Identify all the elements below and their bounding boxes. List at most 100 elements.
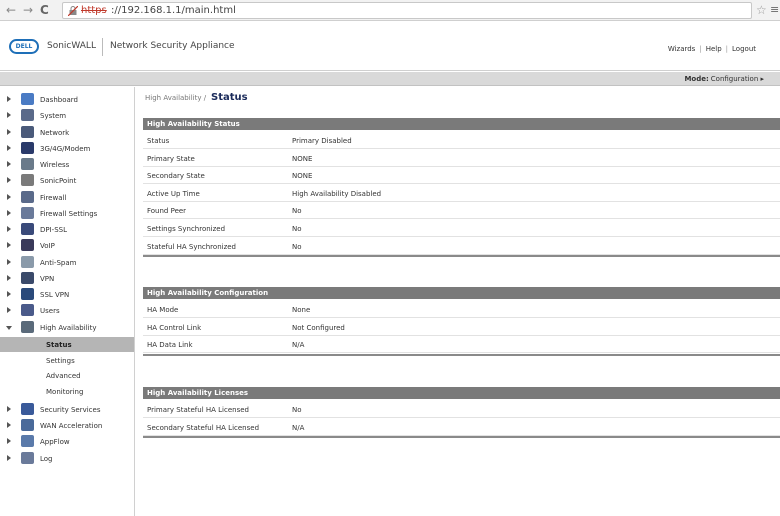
chevron-right-icon[interactable] (7, 258, 11, 265)
sidebar-item-label: 3G/4G/Modem (40, 144, 91, 153)
chevron-right-icon[interactable] (7, 177, 11, 184)
chevron-right-icon[interactable] (7, 96, 11, 102)
row-label: HA Control Link (147, 323, 202, 332)
row-label: Stateful HA Synchronized (147, 242, 236, 251)
sidebar-item[interactable]: Dashboard (0, 92, 134, 108)
chevron-right-icon[interactable] (7, 161, 11, 167)
dell-logo: DELL (9, 39, 39, 54)
sidebar-item-label: VoIP (40, 242, 55, 251)
sidebar-item-label: Firewall (40, 193, 67, 202)
sidebar-subitem[interactable]: Monitoring (0, 384, 134, 399)
help-link[interactable]: Help (706, 45, 722, 53)
chevron-right-icon[interactable] (7, 144, 11, 151)
row-value: No (292, 207, 302, 216)
row-label: Status (147, 137, 170, 145)
page-title: Status (211, 92, 248, 103)
row-label: Primary Stateful HA Licensed (147, 406, 249, 414)
dashboard-icon (21, 93, 34, 105)
address-bar[interactable]: https ://192.168.1.1/main.html (62, 2, 752, 19)
antenna-icon (21, 158, 34, 170)
table-row: Secondary State NONE (143, 166, 780, 185)
sidebar-item-label: Security Services (40, 405, 101, 414)
sidebar-item-label: WAN Acceleration (40, 422, 103, 431)
sidebar-item-label: SSL VPN (40, 291, 70, 299)
sidebar-item-label: VPN (40, 274, 55, 283)
chevron-right-icon[interactable] (7, 242, 11, 249)
chevron-right-icon[interactable] (7, 438, 11, 445)
chevron-right-icon[interactable] (7, 209, 11, 216)
row-value: N/A (292, 341, 305, 350)
sidebar-item[interactable]: Firewall Settings (0, 206, 134, 222)
reload-icon[interactable]: C (40, 3, 49, 17)
chevron-down-icon[interactable] (6, 325, 12, 330)
sidebar-item[interactable]: VoIP (0, 238, 134, 254)
chevron-right-icon[interactable] (7, 274, 11, 281)
row-value: Not Configured (292, 323, 345, 332)
table-row: HA Mode None (143, 300, 780, 318)
sidebar-item[interactable]: Log (0, 451, 134, 467)
breadcrumb: High Availability / (145, 94, 207, 102)
sidebar-item[interactable]: AppFlow (0, 434, 134, 450)
mode-label: Mode: (684, 75, 709, 83)
row-label: HA Data Link (147, 341, 193, 350)
row-value: Primary Disabled (292, 137, 352, 145)
sidebar-item[interactable]: DPI-SSL (0, 222, 134, 238)
chevron-right-icon[interactable] (7, 291, 11, 297)
monitor-icon (21, 109, 34, 122)
sidebar-item[interactable]: System (0, 108, 134, 124)
sidebar-item-label: High Availability (40, 323, 97, 332)
sidebar-item[interactable]: SonicPoint (0, 173, 134, 189)
sidebar-item-label: Log (40, 454, 53, 463)
sidebar-item-label: AppFlow (40, 438, 70, 447)
row-value: NONE (292, 154, 313, 163)
chevron-right-icon[interactable] (7, 405, 11, 412)
chevron-right-icon[interactable] (7, 226, 11, 232)
row-label: Found Peer (147, 207, 187, 216)
sidebar-item[interactable]: SSL VPN (0, 287, 134, 303)
sidebar-item[interactable]: Security Services (0, 402, 134, 418)
sidebar-item[interactable]: Network (0, 125, 134, 141)
sidebar-subitem[interactable]: Status (0, 336, 134, 352)
browser-menu-icon[interactable]: ≡ (770, 3, 779, 16)
mode-indicator[interactable]: Mode: Configuration ▸ (684, 75, 764, 83)
section-panel: High Availability Configuration HA Mode No… (143, 287, 780, 356)
sidebar-item[interactable]: 3G/4G/Modem (0, 141, 134, 157)
logout-link[interactable]: Logout (732, 45, 756, 53)
table-row: Primary State NONE (143, 149, 780, 167)
table-row: Active Up Time High Availability Disabled (143, 184, 780, 202)
row-value: No (292, 225, 302, 233)
sidebar-item[interactable]: High Availability (0, 320, 134, 336)
header-links: Wizards | Help | Logout (668, 45, 756, 53)
row-value: High Availability Disabled (292, 189, 382, 198)
sidebar-item[interactable]: VPN (0, 271, 134, 287)
row-value: NONE (292, 172, 313, 181)
log-icon (21, 451, 34, 464)
forward-icon[interactable]: → (23, 3, 33, 17)
section-footer-line (143, 353, 780, 356)
chevron-right-icon[interactable] (7, 307, 11, 314)
sidebar-item[interactable]: Firewall (0, 190, 134, 206)
chevron-right-icon[interactable] (7, 422, 11, 429)
sidebar-subitem-label: Advanced (46, 372, 81, 381)
wizards-link[interactable]: Wizards (668, 45, 696, 53)
sidebar-item[interactable]: WAN Acceleration (0, 418, 134, 434)
sidebar-item[interactable]: Anti-Spam (0, 255, 134, 271)
users-icon (21, 304, 34, 317)
sidebar-subitem-label: Monitoring (46, 388, 84, 397)
sidebar-subitem[interactable]: Advanced (0, 368, 134, 383)
table-row: HA Control Link Not Configured (143, 318, 780, 336)
section-footer-line (143, 436, 780, 439)
sidebar-item-label: Firewall Settings (40, 209, 98, 218)
appflow-icon (21, 435, 34, 448)
chevron-right-icon[interactable] (7, 112, 11, 119)
section-header: High Availability Licenses (143, 387, 780, 399)
sidebar-subitem[interactable]: Settings (0, 353, 134, 368)
chevron-right-icon[interactable] (7, 128, 11, 135)
chevron-right-icon[interactable] (7, 454, 11, 461)
back-icon[interactable]: ← (6, 3, 16, 17)
sidebar-item[interactable]: Users (0, 303, 134, 319)
sidebar-subitem-label: Status (46, 340, 72, 349)
bookmark-star-icon[interactable]: ☆ (756, 3, 767, 17)
sidebar-item[interactable]: Wireless (0, 157, 134, 173)
chevron-right-icon[interactable] (7, 193, 11, 200)
